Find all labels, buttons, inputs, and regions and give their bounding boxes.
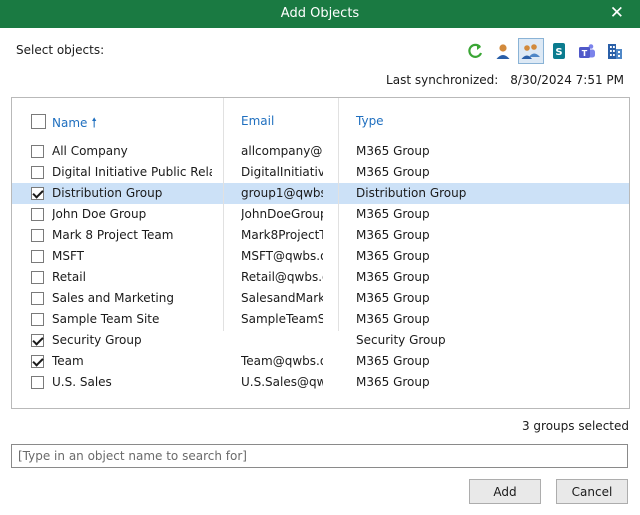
cell-type: M365 Group xyxy=(356,228,430,242)
cell-type: Security Group xyxy=(356,333,446,347)
grid-header: Name 🠕 Email Type xyxy=(12,98,629,144)
cell-type: M365 Group xyxy=(356,291,430,305)
cell-type: M365 Group xyxy=(356,354,430,368)
row-checkbox[interactable] xyxy=(31,145,44,158)
search-box xyxy=(11,444,628,468)
column-header-email[interactable]: Email xyxy=(241,114,274,128)
select-all-checkbox[interactable] xyxy=(31,114,46,129)
cancel-button[interactable]: Cancel xyxy=(556,479,628,504)
cell-name: MSFT xyxy=(52,249,84,263)
cell-email: allcompany@q xyxy=(241,144,323,158)
cell-name: Distribution Group xyxy=(52,186,163,200)
last-synchronized-label: Last synchronized: xyxy=(386,73,499,87)
close-icon[interactable]: ✕ xyxy=(610,3,624,23)
cell-name: Sample Team Site xyxy=(52,312,160,326)
cell-email: U.S.Sales@qwb xyxy=(241,375,323,389)
row-checkbox[interactable] xyxy=(31,355,44,368)
row-checkbox[interactable] xyxy=(31,187,44,200)
row-checkbox[interactable] xyxy=(31,208,44,221)
cell-type: M365 Group xyxy=(356,165,430,179)
cell-type: M365 Group xyxy=(356,375,430,389)
row-checkbox[interactable] xyxy=(31,250,44,263)
column-separator[interactable] xyxy=(223,98,224,331)
last-synchronized-value: 8/30/2024 7:51 PM xyxy=(510,73,624,87)
column-header-type[interactable]: Type xyxy=(356,114,384,128)
row-checkbox[interactable] xyxy=(31,271,44,284)
cell-name: All Company xyxy=(52,144,128,158)
column-header-name-label: Name xyxy=(52,116,88,130)
cell-email: SampleTeamSit xyxy=(241,312,323,326)
sharepoint-icon[interactable]: S xyxy=(546,38,572,64)
objects-grid: Name 🠕 Email Type All Company allcompany@q… xyxy=(11,97,630,409)
table-row[interactable]: Team Team@qwbs.or M365 Group xyxy=(12,351,629,372)
row-checkbox[interactable] xyxy=(31,376,44,389)
cell-name: John Doe Group xyxy=(52,207,147,221)
row-checkbox[interactable] xyxy=(31,292,44,305)
cell-email: DigitalInitiative xyxy=(241,165,323,179)
table-row[interactable]: Digital Initiative Public Relatic Digital… xyxy=(12,162,629,184)
sort-ascending-icon: 🠕 xyxy=(91,116,97,131)
cell-type: M365 Group xyxy=(356,249,430,263)
row-checkbox[interactable] xyxy=(31,313,44,326)
cell-name: Digital Initiative Public Relatic xyxy=(52,165,212,179)
cell-name: Security Group xyxy=(52,333,142,347)
teams-icon[interactable]: T xyxy=(574,38,600,64)
cell-email: JohnDoeGroup xyxy=(241,207,323,221)
cell-email: MSFT@qwbs.o xyxy=(241,249,323,263)
table-row[interactable]: Sales and Marketing SalesandMarke M365 Gro… xyxy=(12,288,629,309)
cell-name: U.S. Sales xyxy=(52,375,112,389)
cell-type: M365 Group xyxy=(356,207,430,221)
table-row[interactable]: MSFT MSFT@qwbs.o M365 Group xyxy=(12,246,629,267)
table-row[interactable]: All Company allcompany@q M365 Group xyxy=(12,141,629,162)
cell-type: Distribution Group xyxy=(356,186,467,200)
user-icon[interactable] xyxy=(490,38,516,64)
column-separator[interactable] xyxy=(338,98,339,331)
cell-email: Mark8ProjectTe xyxy=(241,228,323,242)
table-row[interactable]: Security Group Security Group xyxy=(12,330,629,351)
group-icon[interactable] xyxy=(518,38,544,64)
svg-text:S: S xyxy=(555,47,562,58)
cell-name: Sales and Marketing xyxy=(52,291,174,305)
last-synchronized: Last synchronized: 8/30/2024 7:51 PM xyxy=(386,73,624,87)
table-row[interactable]: John Doe Group JohnDoeGroup M365 Group xyxy=(12,204,629,225)
select-objects-label: Select objects: xyxy=(16,43,105,57)
cell-name: Team xyxy=(52,354,84,368)
window-title: Add Objects xyxy=(280,6,360,21)
table-row[interactable]: Mark 8 Project Team Mark8ProjectTe M365 Gr… xyxy=(12,225,629,246)
row-checkbox[interactable] xyxy=(31,334,44,347)
cell-name: Retail xyxy=(52,270,86,284)
selection-status: 3 groups selected xyxy=(521,419,629,433)
column-header-name[interactable]: Name 🠕 xyxy=(52,114,97,136)
table-row[interactable]: Distribution Group group1@qwbs. Distributi… xyxy=(12,183,629,204)
row-checkbox[interactable] xyxy=(31,166,44,179)
svg-text:T: T xyxy=(582,49,588,58)
cell-name: Mark 8 Project Team xyxy=(52,228,174,242)
add-button[interactable]: Add xyxy=(469,479,541,504)
object-type-toolbar: S T xyxy=(462,38,628,64)
refresh-icon[interactable] xyxy=(462,38,488,64)
cell-type: M365 Group xyxy=(356,312,430,326)
cell-type: M365 Group xyxy=(356,144,430,158)
cell-email: SalesandMarke xyxy=(241,291,323,305)
cell-email: Retail@qwbs.or xyxy=(241,270,323,284)
search-input[interactable] xyxy=(12,445,627,467)
organization-icon[interactable] xyxy=(602,38,628,64)
row-checkbox[interactable] xyxy=(31,229,44,242)
cell-email: group1@qwbs. xyxy=(241,186,323,200)
title-bar: Add Objects ✕ xyxy=(0,0,640,28)
table-row[interactable]: Retail Retail@qwbs.or M365 Group xyxy=(12,267,629,288)
table-row[interactable]: Sample Team Site SampleTeamSit M365 Group xyxy=(12,309,629,330)
cell-type: M365 Group xyxy=(356,270,430,284)
cell-email: Team@qwbs.or xyxy=(241,354,323,368)
table-row[interactable]: U.S. Sales U.S.Sales@qwb M365 Group xyxy=(12,372,629,393)
